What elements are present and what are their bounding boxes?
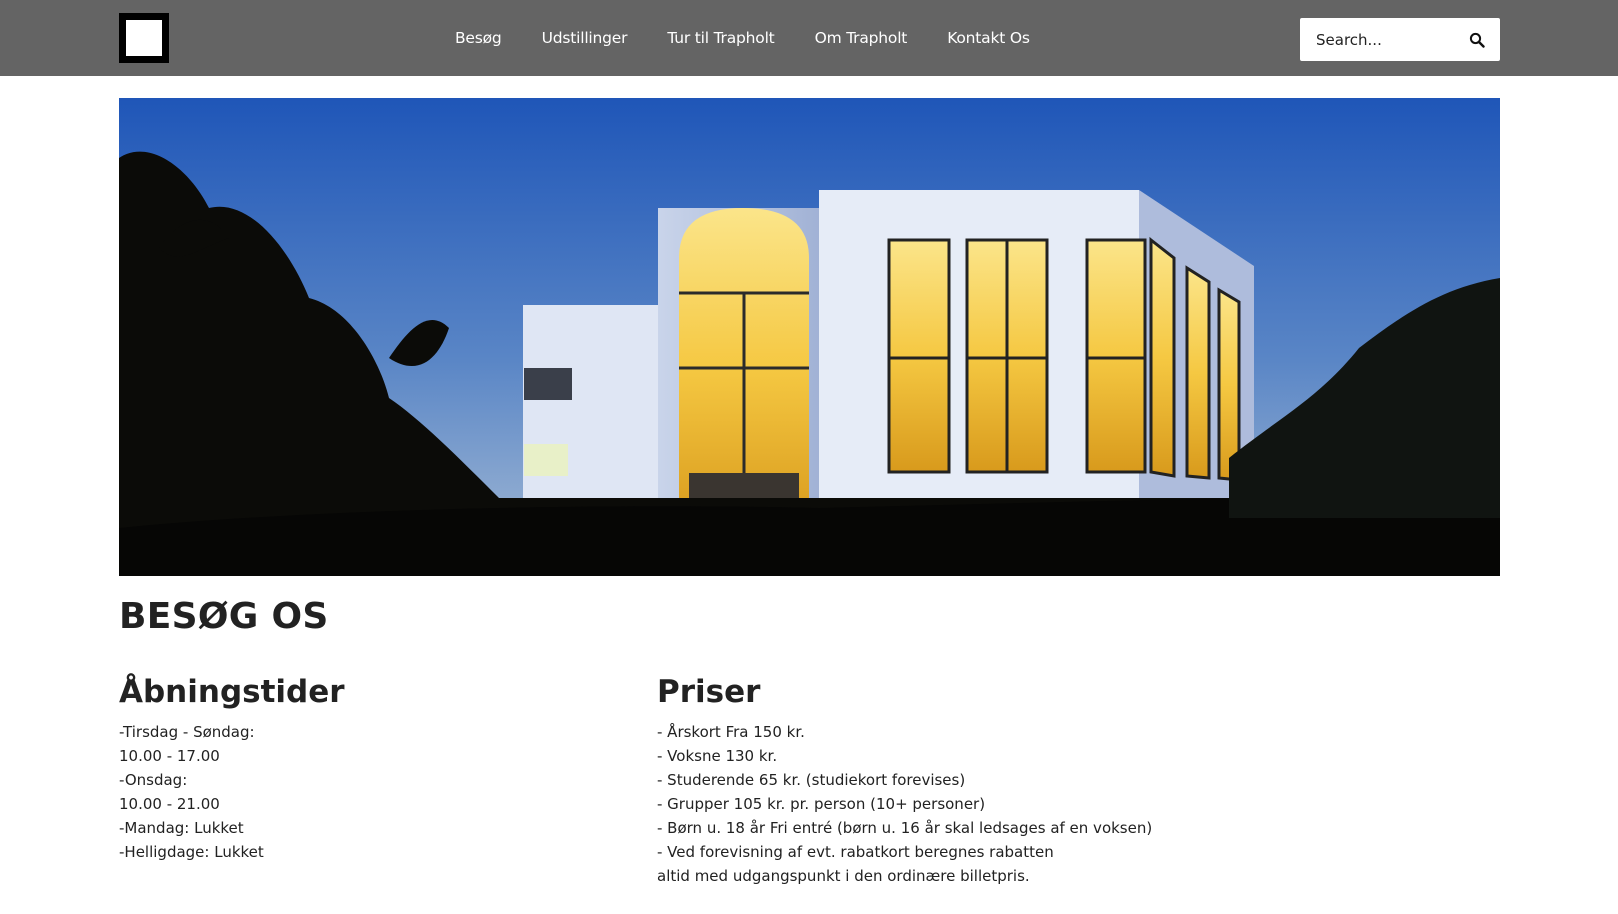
list-item: 10.00 - 21.00: [119, 795, 220, 813]
main-nav: Besøg Udstillinger Tur til Trapholt Om T…: [455, 0, 1070, 76]
search-input[interactable]: [1316, 30, 1466, 49]
list-item: - Børn u. 18 år Fri entré (børn u. 16 år…: [657, 819, 1153, 837]
list-item: altid med udgangspunkt i den ordinære bi…: [657, 867, 1030, 885]
list-item: -Helligdage: Lukket: [119, 843, 264, 861]
nav-item-kontakt-os[interactable]: Kontakt Os: [947, 29, 1030, 47]
nav-item-besog[interactable]: Besøg: [455, 29, 502, 47]
page-title: BESØG OS: [119, 596, 329, 637]
site-header: Besøg Udstillinger Tur til Trapholt Om T…: [0, 0, 1618, 76]
list-item: - Grupper 105 kr. pr. person (10+ person…: [657, 795, 986, 813]
prices-heading: Priser: [657, 674, 761, 710]
search-box: [1300, 18, 1500, 61]
list-item: -Tirsdag - Søndag:: [119, 723, 255, 741]
opening-hours-section: Åbningstider -Tirsdag - Søndag: 10.00 - …: [119, 672, 345, 864]
list-item: 10.00 - 17.00: [119, 747, 220, 765]
list-item: - Ved forevisning af evt. rabatkort bere…: [657, 843, 1054, 861]
nav-item-tur-til-trapholt[interactable]: Tur til Trapholt: [667, 29, 774, 47]
prices-section: Priser - Årskort Fra 150 kr. - Voksne 13…: [657, 672, 1152, 888]
square-logo-icon[interactable]: [119, 13, 169, 63]
list-item: -Onsdag:: [119, 771, 188, 789]
list-item: - Voksne 130 kr.: [657, 747, 778, 765]
list-item: - Årskort Fra 150 kr.: [657, 723, 805, 741]
opening-hours-heading: Åbningstider: [119, 674, 345, 710]
nav-item-udstillinger[interactable]: Udstillinger: [542, 29, 628, 47]
prices-list: - Årskort Fra 150 kr. - Voksne 130 kr. -…: [657, 720, 1152, 888]
list-item: -Mandag: Lukket: [119, 819, 244, 837]
hero-image: [119, 98, 1500, 576]
list-item: - Studerende 65 kr. (studiekort forevise…: [657, 771, 966, 789]
search-icon[interactable]: [1468, 31, 1486, 49]
nav-item-om-trapholt[interactable]: Om Trapholt: [815, 29, 908, 47]
opening-hours-list: -Tirsdag - Søndag: 10.00 - 17.00 -Onsdag…: [119, 720, 345, 864]
